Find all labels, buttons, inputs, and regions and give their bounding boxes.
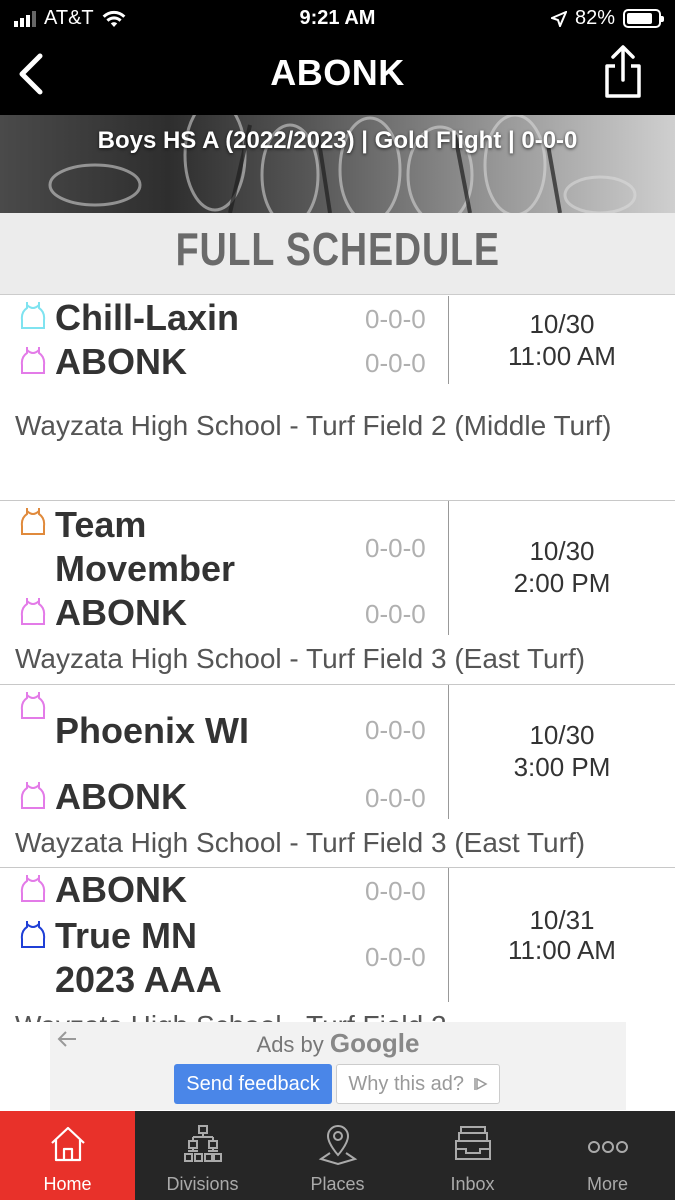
game-date: 10/30	[529, 536, 595, 566]
status-bar: AT&T 9:21 AM 82%	[0, 0, 675, 38]
tab-bar: Home Divisions Places Inbox More	[0, 1111, 675, 1200]
division-subtitle: Boys HS A (2022/2023) | Gold Flight | 0-…	[97, 127, 578, 154]
game-time: 11:00 AM	[508, 935, 616, 965]
tab-label: Inbox	[450, 1174, 495, 1194]
jersey-icon	[20, 875, 46, 902]
home-team-record: 0-0-0	[365, 533, 426, 563]
tab-divisions[interactable]: Divisions	[135, 1111, 270, 1200]
home-team-name[interactable]: Phoenix WI	[55, 709, 249, 753]
away-team-record: 0-0-0	[365, 783, 426, 813]
game-row[interactable]: Phoenix WI 0-0-0 ABONK 0-0-0 10/30 3:00 …	[0, 685, 675, 868]
game-venue[interactable]: Wayzata High School - Turf Field 3 (East…	[15, 641, 655, 677]
more-dots-icon	[587, 1141, 628, 1153]
away-team-record: 0-0-0	[365, 942, 426, 972]
away-team-record: 0-0-0	[365, 348, 426, 378]
battery-icon	[623, 9, 664, 28]
division-banner: Boys HS A (2022/2023) | Gold Flight | 0-…	[0, 115, 675, 213]
game-venue[interactable]: Wayzata High School - Turf Field 2	[15, 1008, 655, 1022]
send-feedback-button[interactable]: Send feedback	[174, 1064, 332, 1104]
game-time: 2:00 PM	[513, 568, 611, 598]
tab-more[interactable]: More	[540, 1111, 675, 1200]
google-label: Google	[329, 1028, 420, 1058]
ad-banner[interactable]: Ads by Google Send feedback Why this ad?	[50, 1022, 626, 1110]
ads-by-label: Ads by Google	[50, 1028, 626, 1059]
tab-inbox[interactable]: Inbox	[405, 1111, 540, 1200]
game-date: 10/31	[529, 905, 595, 935]
tab-label: Divisions	[166, 1174, 239, 1194]
tab-label: More	[586, 1174, 628, 1194]
game-time: 11:00 AM	[508, 341, 616, 371]
why-this-ad-button[interactable]: Why this ad?	[336, 1064, 500, 1104]
jersey-icon	[20, 782, 46, 809]
away-team-name[interactable]: ABONK	[55, 591, 187, 635]
jersey-icon	[20, 921, 46, 948]
home-team-record: 0-0-0	[365, 304, 426, 334]
jersey-icon	[20, 302, 46, 329]
home-team-name[interactable]: Team Movember	[55, 503, 255, 591]
away-team-name[interactable]: ABONK	[55, 340, 187, 384]
game-venue[interactable]: Wayzata High School - Turf Field 2 (Midd…	[15, 408, 655, 444]
home-team-name[interactable]: Chill-Laxin	[55, 296, 239, 340]
tab-label: Places	[310, 1174, 365, 1194]
ads-by-text: Ads by	[256, 1032, 324, 1057]
home-team-record: 0-0-0	[365, 876, 426, 906]
jersey-icon	[20, 598, 46, 625]
battery-percent: 82%	[574, 7, 615, 29]
section-header: FULL SCHEDULE	[0, 213, 675, 295]
away-team-record: 0-0-0	[365, 599, 426, 629]
tab-label: Home	[43, 1174, 92, 1194]
tab-places[interactable]: Places	[270, 1111, 405, 1200]
game-row[interactable]: Chill-Laxin 0-0-0 ABONK 0-0-0 10/30 11:0…	[0, 296, 675, 501]
jersey-icon	[20, 347, 46, 374]
section-title: FULL SCHEDULE	[175, 223, 500, 275]
top-bar: AT&T 9:21 AM 82% ABONK	[0, 0, 675, 115]
away-team-name[interactable]: ABONK	[55, 775, 187, 819]
home-icon	[50, 1126, 85, 1162]
location-arrow-icon	[550, 10, 567, 27]
game-date: 10/30	[529, 720, 595, 750]
bracket-icon	[183, 1125, 222, 1162]
game-venue[interactable]: Wayzata High School - Turf Field 3 (East…	[15, 825, 655, 861]
map-pin-icon	[318, 1125, 357, 1165]
jersey-icon	[20, 692, 46, 719]
share-icon[interactable]	[601, 44, 645, 100]
game-row[interactable]: Team Movember 0-0-0 ABONK 0-0-0 10/30 2:…	[0, 501, 675, 685]
away-team-name[interactable]: True MN 2023 AAA	[55, 914, 255, 1002]
inbox-icon	[454, 1126, 491, 1160]
schedule-list[interactable]: Chill-Laxin 0-0-0 ABONK 0-0-0 10/30 11:0…	[0, 296, 675, 1022]
page-title: ABONK	[270, 52, 405, 93]
why-this-ad-label: Why this ad?	[348, 1073, 465, 1095]
play-triangle-icon	[473, 1077, 488, 1091]
game-row[interactable]: ABONK 0-0-0 True MN 2023 AAA 0-0-0 10/31…	[0, 868, 675, 1022]
tab-home[interactable]: Home	[0, 1111, 135, 1200]
game-time: 3:00 PM	[513, 752, 611, 782]
game-date: 10/30	[529, 309, 595, 339]
home-team-record: 0-0-0	[365, 715, 426, 745]
home-team-name[interactable]: ABONK	[55, 868, 187, 912]
jersey-icon	[20, 508, 46, 535]
